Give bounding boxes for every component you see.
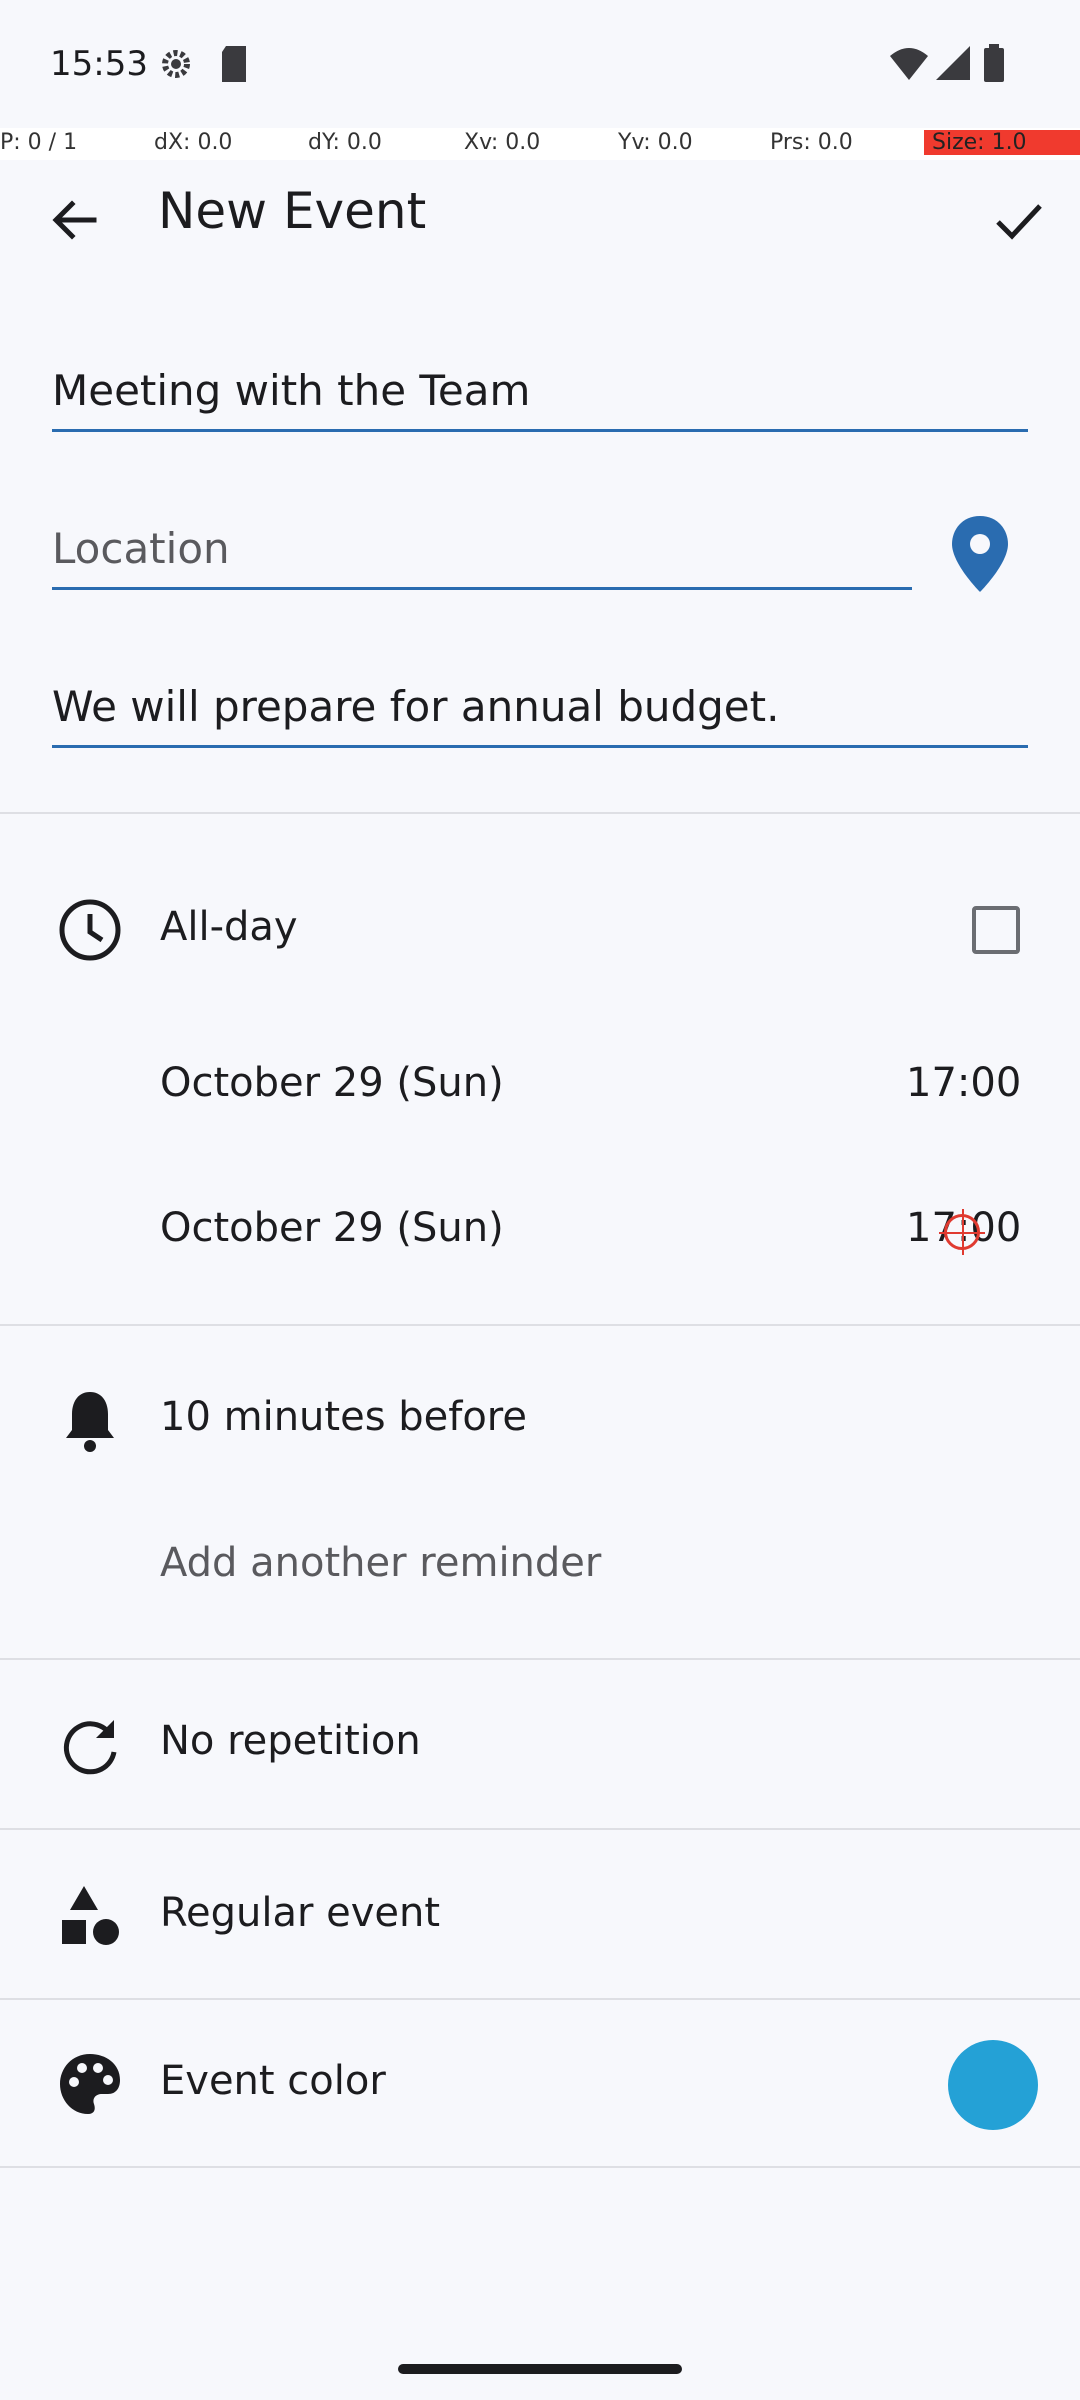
app-bar: New Event bbox=[0, 160, 1080, 260]
description-field[interactable]: We will prepare for annual budget. bbox=[52, 668, 1028, 748]
event-title-value: Meeting with the Team bbox=[52, 366, 531, 415]
event-title-field[interactable]: Meeting with the Team bbox=[52, 352, 1028, 432]
map-pin-icon[interactable] bbox=[948, 514, 1012, 594]
debug-yv: Yv: 0.0 bbox=[618, 130, 693, 155]
debug-size: Size: 1.0 bbox=[924, 130, 1080, 155]
repeat-icon bbox=[63, 1720, 117, 1775]
all-day-label[interactable]: All-day bbox=[160, 904, 298, 950]
divider bbox=[0, 1658, 1080, 1660]
back-arrow-icon[interactable] bbox=[40, 186, 108, 254]
cellular-signal-icon bbox=[936, 46, 970, 80]
wifi-icon bbox=[890, 48, 928, 80]
bell-icon bbox=[66, 1392, 114, 1452]
location-field[interactable]: Location bbox=[52, 510, 912, 590]
event-type-option[interactable]: Regular event bbox=[160, 1890, 440, 1936]
debug-xv: Xv: 0.0 bbox=[464, 130, 541, 155]
all-day-checkbox[interactable] bbox=[972, 906, 1020, 954]
divider bbox=[0, 1324, 1080, 1326]
divider bbox=[0, 812, 1080, 814]
description-value: We will prepare for annual budget. bbox=[52, 682, 780, 731]
repetition-option[interactable]: No repetition bbox=[160, 1718, 421, 1764]
reminder-current[interactable]: 10 minutes before bbox=[160, 1394, 527, 1440]
location-placeholder: Location bbox=[52, 524, 230, 573]
gesture-nav-handle[interactable] bbox=[398, 2364, 682, 2374]
sd-card-icon bbox=[222, 46, 246, 82]
debug-pointer: P: 0 / 1 bbox=[0, 130, 78, 155]
debug-dx: dX: 0.0 bbox=[154, 130, 233, 155]
start-date[interactable]: October 29 (Sun) bbox=[160, 1060, 504, 1106]
debug-prs: Prs: 0.0 bbox=[770, 130, 853, 155]
status-bar: 15:53 bbox=[0, 0, 1080, 128]
settings-gear-icon bbox=[162, 50, 190, 78]
status-time: 15:53 bbox=[50, 44, 148, 84]
event-color-label[interactable]: Event color bbox=[160, 2058, 386, 2104]
palette-icon bbox=[60, 2054, 120, 2114]
divider bbox=[0, 2166, 1080, 2168]
pointer-debug-bar: P: 0 / 1 dX: 0.0 dY: 0.0 Xv: 0.0 Yv: 0.0… bbox=[0, 128, 1080, 160]
debug-dy: dY: 0.0 bbox=[308, 130, 382, 155]
divider bbox=[0, 1998, 1080, 2000]
shapes-icon bbox=[62, 1886, 119, 1945]
event-color-swatch[interactable] bbox=[948, 2040, 1038, 2130]
page-title: New Event bbox=[158, 182, 427, 240]
save-checkmark-icon[interactable] bbox=[984, 186, 1052, 254]
battery-icon bbox=[984, 44, 1004, 82]
clock-icon bbox=[59, 899, 121, 961]
add-reminder-button[interactable]: Add another reminder bbox=[160, 1540, 601, 1586]
start-time[interactable]: 17:00 bbox=[906, 1060, 1021, 1106]
divider bbox=[0, 1828, 1080, 1830]
end-date[interactable]: October 29 (Sun) bbox=[160, 1205, 504, 1251]
touch-pointer-indicator bbox=[939, 1209, 985, 1255]
